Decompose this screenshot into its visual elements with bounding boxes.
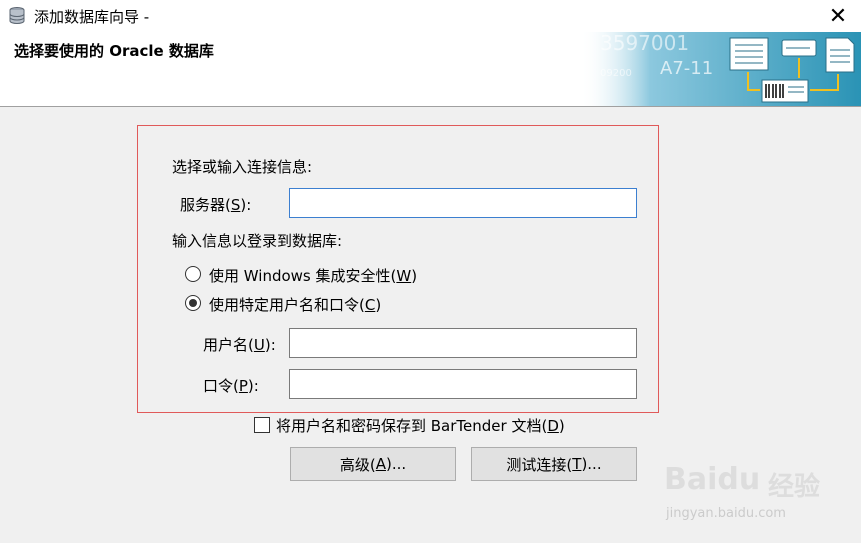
watermark-brand-cn: 经验 [768,472,821,502]
specific-user-label[interactable]: 使用特定用户名和口令(C) [209,294,381,315]
banner-small: 09200 [600,68,632,79]
close-icon: ✕ [828,3,848,29]
test-connection-button[interactable]: 测试连接(T)... [471,447,637,481]
baidu-watermark: Baidu 经验 jingyan.baidu.com [664,452,844,532]
login-info-label: 输入信息以登录到数据库: [172,232,343,250]
server-label: 服务器(S): [180,196,252,214]
connection-info-label: 选择或输入连接信息: [172,158,313,176]
watermark-brand: Baidu [664,462,761,497]
banner-number: 3597001 [600,32,689,55]
close-button[interactable]: ✕ [815,0,861,32]
username-input[interactable] [289,328,637,358]
banner-code: A7-11 [660,58,713,79]
database-icon [9,7,25,24]
title-bar: 添加数据库向导 - ✕ [0,0,861,32]
windows-auth-label[interactable]: 使用 Windows 集成安全性(W) [209,265,417,286]
advanced-button[interactable]: 高级(A)... [290,447,456,481]
username-label: 用户名(U): [203,336,276,354]
password-label: 口令(P): [203,377,259,395]
window-title: 添加数据库向导 - [34,8,150,26]
server-input[interactable] [289,188,637,218]
windows-auth-radio[interactable] [185,266,201,282]
save-credentials-checkbox[interactable] [254,417,270,433]
watermark-url: jingyan.baidu.com [666,506,786,521]
banner-graphic: 3597001 A7-11 09200 [580,32,861,106]
password-input[interactable] [289,369,637,399]
page-title: 选择要使用的 Oracle 数据库 [14,42,214,60]
specific-user-radio[interactable] [185,295,201,311]
save-credentials-label[interactable]: 将用户名和密码保存到 BarTender 文档(D) [276,415,565,436]
radio-selected-dot [189,299,197,307]
wizard-header: 选择要使用的 Oracle 数据库 3597001 A7-11 09200 [0,32,861,107]
